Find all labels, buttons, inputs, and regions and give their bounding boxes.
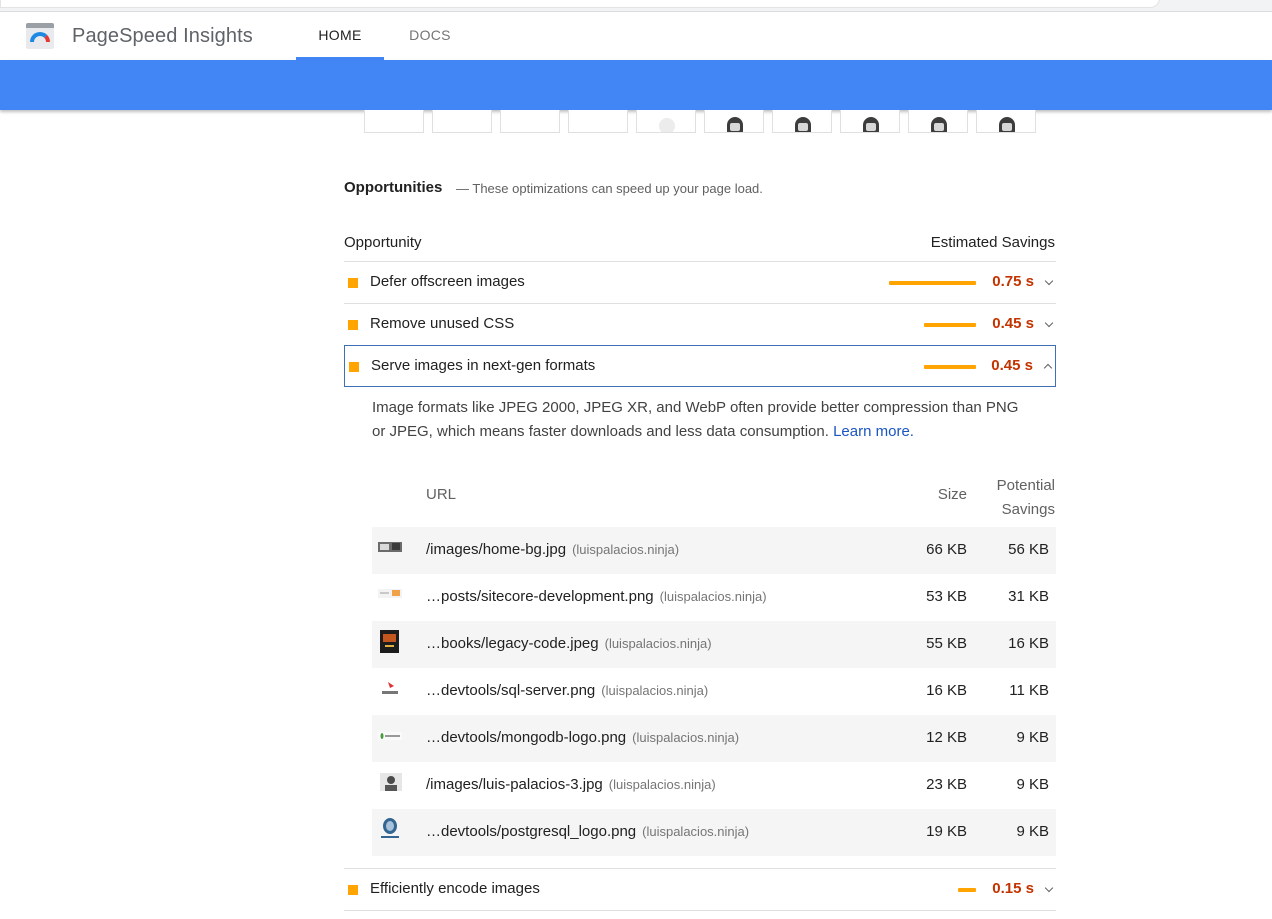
row-savings: 31 KB [1008,588,1049,605]
warning-square-icon [348,885,358,895]
row-savings: 9 KB [1016,729,1049,746]
tab-home[interactable]: HOME [296,12,384,60]
savings-bar [924,365,976,369]
opportunities-title: Opportunities [344,179,443,196]
potential-savings-header-line1: Potential [996,477,1055,494]
tab-docs[interactable]: DOCS [392,12,468,60]
savings-bar [889,281,976,285]
row-size: 55 KB [926,635,967,652]
size-column-header: Size [937,486,967,503]
potential-savings-header-line2: Savings [1001,501,1055,518]
warning-square-icon [348,278,358,288]
row-size: 19 KB [926,823,967,840]
savings-bar [924,323,976,327]
audit-description: Image formats like JPEG 2000, JPEG XR, a… [372,396,1032,444]
table-row[interactable]: …books/legacy-code.jpeg (luispalacios.nin… [372,621,1056,668]
table-row[interactable]: …devtools/sql-server.png (luispalacios.ni… [372,668,1056,715]
filmstrip-frame [704,110,764,133]
table-row[interactable]: …devtools/postgresql_logo.png (luispalaci… [372,809,1056,856]
row-url: …books/legacy-code.jpeg (luispalacios.nin… [426,635,712,652]
chevron-up-icon[interactable] [1043,363,1053,373]
app-header: PageSpeed Insights HOME DOCS [0,12,1272,60]
book-thumbnail [380,630,404,653]
chevron-down-icon[interactable] [1044,883,1054,893]
filmstrip-frame [364,110,424,133]
row-url: …devtools/postgresql_logo.png (luispalaci… [426,823,750,840]
savings-column-header: Estimated Savings [930,234,1055,251]
table-row[interactable]: …devtools/mongodb-logo.png (luispalacios.… [372,715,1056,762]
url-column-header: URL [426,486,457,503]
brand-title: PageSpeed Insights [72,25,253,47]
postgresql-thumbnail [380,817,404,838]
portrait-thumbnail [380,773,404,791]
audit-description-text: Image formats like JPEG 2000, JPEG XR, a… [372,399,1019,440]
table-row[interactable]: /images/home-bg.jpg (luispalacios.ninja) … [372,527,1056,574]
row-url: …devtools/sql-server.png (luispalacios.ni… [426,682,709,699]
row-savings: 9 KB [1016,776,1049,793]
chevron-down-icon[interactable] [1044,276,1054,286]
row-savings: 9 KB [1016,823,1049,840]
row-size: 66 KB [926,541,967,558]
audit-remove-unused-css[interactable]: Remove unused CSS 0.45 s [344,303,1056,345]
divider [344,910,1056,911]
audit-serve-next-gen-formats[interactable]: Serve images in next-gen formats 0.45 s [344,345,1056,387]
row-size: 23 KB [926,776,967,793]
filmstrip-frame [568,110,628,133]
potential-savings-column-header: Potential Savings [997,474,1055,522]
filmstrip-frame [840,110,900,133]
row-url: /images/luis-palacios-3.jpg (luispalacios… [426,776,716,793]
browser-toolbar [0,0,1272,12]
audit-savings: 0.45 s [992,315,1034,332]
row-size: 16 KB [926,682,967,699]
row-url: /images/home-bg.jpg (luispalacios.ninja) [426,541,680,558]
mongodb-thumbnail [378,727,402,745]
learn-more-link[interactable]: Learn more. [833,423,914,440]
row-savings: 16 KB [1008,635,1049,652]
filmstrip-frame [636,110,696,133]
audit-efficiently-encode-images[interactable]: Efficiently encode images 0.15 s [344,868,1056,910]
table-row[interactable]: /images/luis-palacios-3.jpg (luispalacios… [372,762,1056,809]
row-size: 12 KB [926,729,967,746]
table-row[interactable]: …posts/sitecore-development.png (luispala… [372,574,1056,621]
filmstrip-frame [500,110,560,133]
audit-title: Defer offscreen images [370,273,525,290]
warning-square-icon [348,320,358,330]
filmstrip-frame [976,110,1036,133]
savings-bar [958,888,976,892]
banner-thumbnail [378,586,402,604]
opportunities-description: — These optimizations can speed up your … [456,181,763,196]
row-url: …devtools/mongodb-logo.png (luispalacios.… [426,729,740,746]
filmstrip-frame [772,110,832,133]
audit-title: Remove unused CSS [370,315,515,332]
opportunity-column-header: Opportunity [344,234,422,251]
audit-title: Efficiently encode images [370,880,540,897]
warning-square-icon [349,362,359,372]
score-banner [0,60,1272,110]
audit-savings: 0.15 s [992,880,1034,897]
row-size: 53 KB [926,588,967,605]
pagespeed-logo-icon[interactable] [26,23,54,49]
filmstrip-frame [432,110,492,133]
address-bar[interactable] [0,0,1160,8]
audit-title: Serve images in next-gen formats [371,357,596,374]
row-savings: 11 KB [1009,682,1049,699]
sql-server-thumbnail [378,680,402,698]
audit-savings: 0.75 s [992,273,1034,290]
row-url: …posts/sitecore-development.png (luispala… [426,588,767,605]
chevron-down-icon[interactable] [1044,318,1054,328]
audit-savings: 0.45 s [991,357,1033,374]
filmstrip-frame [908,110,968,133]
photo-thumbnail [378,539,402,557]
audit-defer-offscreen-images[interactable]: Defer offscreen images 0.75 s [344,261,1056,303]
row-savings: 56 KB [1008,541,1049,558]
